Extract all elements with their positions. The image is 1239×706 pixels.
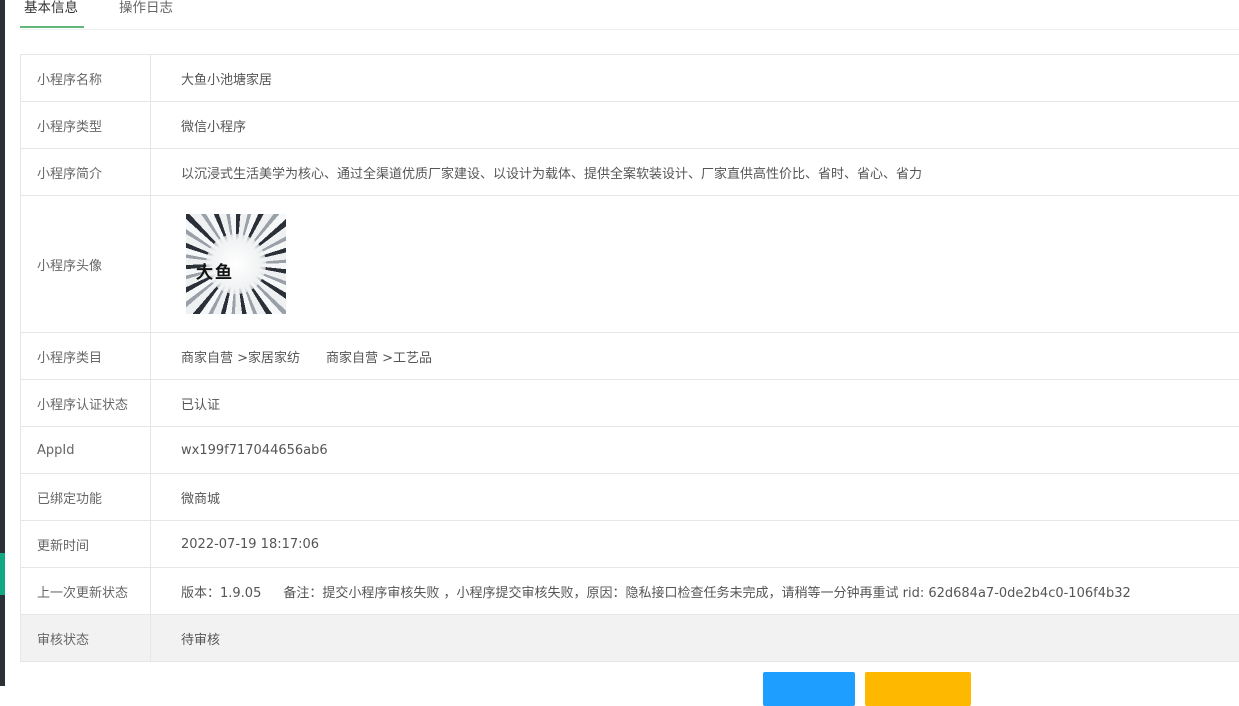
row-value-update-time: 2022-07-19 18:17:06 — [151, 521, 1239, 568]
table-row: 审核状态 待审核 — [21, 615, 1239, 662]
row-label-category: 小程序类目 — [21, 333, 151, 380]
primary-action-button[interactable] — [763, 672, 855, 706]
row-label-last-update: 上一次更新状态 — [21, 568, 151, 615]
miniprogram-info-table: 小程序名称 大鱼小池塘家居 小程序类型 微信小程序 小程序简介 以沉浸式生活美学… — [20, 54, 1239, 662]
row-value-bound: 微商城 — [151, 474, 1239, 521]
secondary-action-button[interactable] — [865, 672, 971, 706]
category-item: 商家自营 >工艺品 — [326, 351, 432, 366]
row-value-appid: wx199f717044656ab6 — [151, 427, 1239, 474]
tab-operation-log[interactable]: 操作日志 — [119, 0, 173, 28]
row-value-review: 待审核 — [151, 615, 1239, 662]
row-label-bound: 已绑定功能 — [21, 474, 151, 521]
row-value-category: 商家自营 >家居家纺 商家自营 >工艺品 — [151, 333, 1239, 380]
table-row: AppId wx199f717044656ab6 — [21, 427, 1239, 474]
row-value-name: 大鱼小池塘家居 — [151, 55, 1239, 102]
row-label-review: 审核状态 — [21, 615, 151, 662]
last-update-note: 备注：提交小程序审核失败 ，小程序提交审核失败，原因：隐私接口检查任务未完成，请… — [283, 586, 1130, 601]
miniprogram-avatar: 大鱼 — [186, 214, 286, 314]
table-row: 已绑定功能 微商城 — [21, 474, 1239, 521]
row-value-last-update: 版本：1.9.05 备注：提交小程序审核失败 ，小程序提交审核失败，原因：隐私接口… — [151, 568, 1239, 615]
row-label-cert: 小程序认证状态 — [21, 380, 151, 427]
row-value-intro: 以沉浸式生活美学为核心、通过全渠道优质厂家建设、以设计为载体、提供全案软装设计、… — [151, 149, 1239, 196]
row-label-appid: AppId — [21, 427, 151, 474]
tab-bar: 基本信息 操作日志 — [20, 0, 1239, 30]
table-row: 更新时间 2022-07-19 18:17:06 — [21, 521, 1239, 568]
table-row: 小程序头像 大鱼 — [21, 196, 1239, 333]
row-label-avatar: 小程序头像 — [21, 196, 151, 333]
table-row: 上一次更新状态 版本：1.9.05 备注：提交小程序审核失败 ，小程序提交审核失败… — [21, 568, 1239, 615]
table-row: 小程序名称 大鱼小池塘家居 — [21, 55, 1239, 102]
row-value-cert: 已认证 — [151, 380, 1239, 427]
table-row: 小程序类型 微信小程序 — [21, 102, 1239, 149]
category-item: 商家自营 >家居家纺 — [181, 351, 300, 366]
tab-basic-info[interactable]: 基本信息 — [20, 0, 84, 28]
row-value-avatar: 大鱼 — [151, 196, 1239, 333]
last-update-version: 版本：1.9.05 — [181, 586, 261, 601]
row-label-name: 小程序名称 — [21, 55, 151, 102]
table-row: 小程序类目 商家自营 >家居家纺 商家自营 >工艺品 — [21, 333, 1239, 380]
row-value-type: 微信小程序 — [151, 102, 1239, 149]
row-label-type: 小程序类型 — [21, 102, 151, 149]
sidebar-active-indicator — [0, 553, 5, 595]
row-label-intro: 小程序简介 — [21, 149, 151, 196]
row-label-update-time: 更新时间 — [21, 521, 151, 568]
table-row: 小程序认证状态 已认证 — [21, 380, 1239, 427]
table-row: 小程序简介 以沉浸式生活美学为核心、通过全渠道优质厂家建设、以设计为载体、提供全… — [21, 149, 1239, 196]
left-sidebar-rail — [0, 0, 5, 686]
avatar-logo-text: 大鱼 — [196, 258, 234, 283]
